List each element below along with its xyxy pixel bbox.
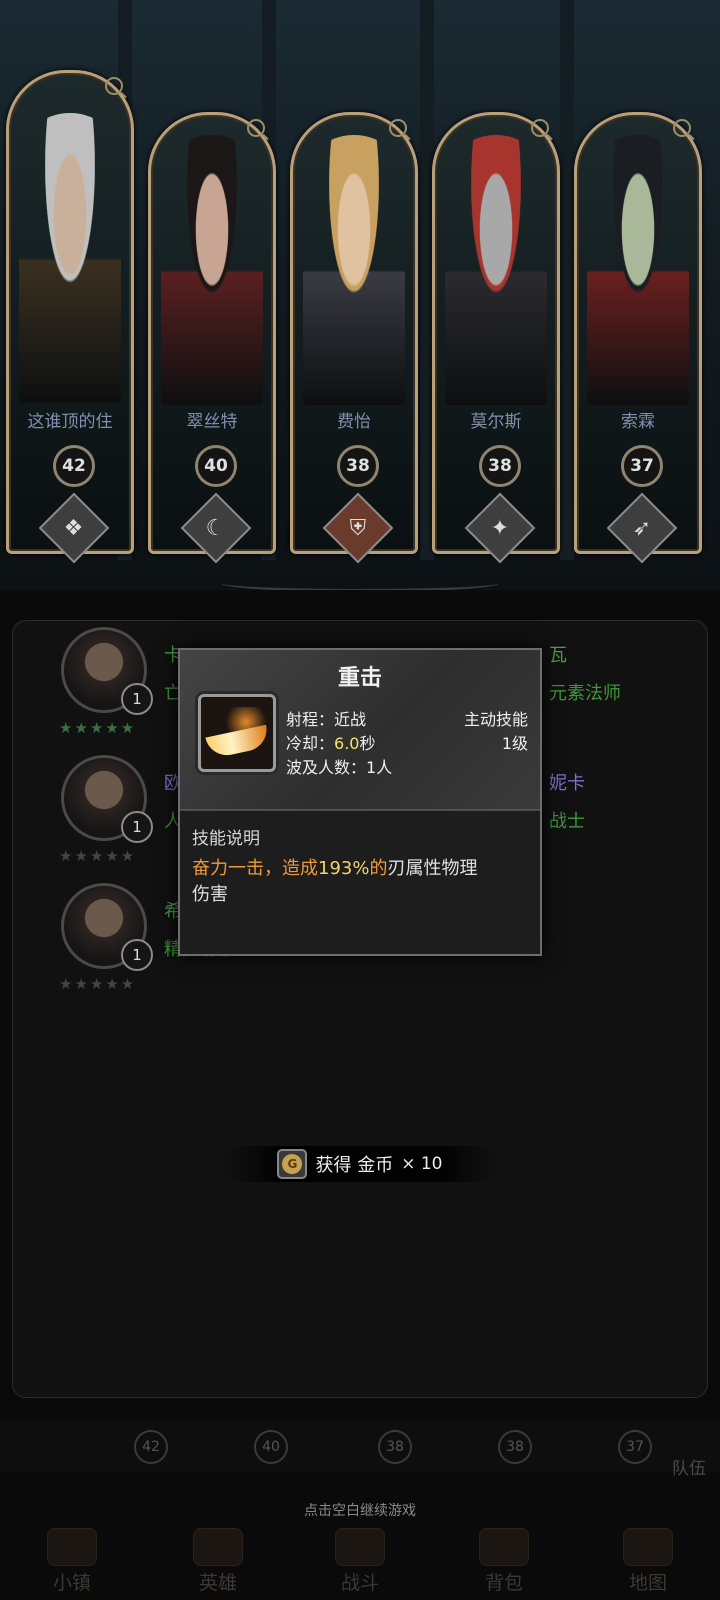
cooldown-stat: 冷却：6.0秒 <box>286 730 375 754</box>
hero-name-right: 瓦 <box>549 645 567 666</box>
book-icon: ❖ <box>38 492 110 564</box>
search-icon[interactable] <box>673 119 691 137</box>
nav-map[interactable]: 地图 <box>588 1528 708 1598</box>
hero-level-badge: 42 <box>53 445 95 487</box>
bow-icon: ➶ <box>606 492 678 564</box>
level-badge: 1 <box>121 683 153 715</box>
map-icon <box>623 1528 673 1566</box>
hero-icon <box>193 1528 243 1566</box>
star-rating: ★★★★★ <box>59 719 137 737</box>
compass-icon: ✦ <box>464 492 536 564</box>
shield-icon: ⛨ <box>322 492 394 564</box>
search-icon[interactable] <box>531 119 549 137</box>
hero-level-badge: 40 <box>195 445 237 487</box>
hero-portrait <box>445 135 547 405</box>
divider <box>180 810 540 811</box>
level-badge: 1 <box>121 939 153 971</box>
hero-name: 莫尔斯 <box>470 412 522 432</box>
hero-card-1[interactable]: 翠丝特 40 ☾ <box>148 112 276 564</box>
cooldown-label: 冷却： <box>286 734 335 753</box>
popup-header: 重击 射程：近战 主动技能 冷却：6.0秒 1级 波及人数：1人 <box>180 650 540 810</box>
reward-toast: G 获得 金币 × 10 <box>225 1146 495 1182</box>
search-icon[interactable] <box>389 119 407 137</box>
skill-popup: 重击 射程：近战 主动技能 冷却：6.0秒 1级 波及人数：1人 技能说明 奋力… <box>178 648 542 956</box>
battle-icon <box>335 1528 385 1566</box>
mini-level-badge: 42 <box>134 1430 168 1464</box>
team-level-strip: 42 40 38 38 37 <box>0 1420 720 1472</box>
heavy-strike-icon <box>198 694 276 772</box>
hero-level-badge: 38 <box>479 445 521 487</box>
nav-bag[interactable]: 背包 <box>444 1528 564 1598</box>
gold-coin-icon: G <box>277 1149 308 1179</box>
level-badge: 1 <box>121 811 153 843</box>
targets-value: 1人 <box>366 758 393 777</box>
mini-level-badge: 37 <box>618 1430 652 1464</box>
skill-level: 1级 <box>501 734 528 753</box>
nav-town[interactable]: 小镇 <box>12 1528 132 1598</box>
nav-label: 战斗 <box>340 1572 379 1594</box>
hero-name: 索霖 <box>621 412 655 432</box>
mini-level-badge: 38 <box>378 1430 412 1464</box>
hero-portrait <box>161 135 263 405</box>
hero-card-2[interactable]: 费怡 38 ⛨ <box>290 112 418 564</box>
hero-card-0[interactable]: 这谁顶的住 42 ❖ <box>6 70 134 564</box>
continue-hint[interactable]: 点击空白继续游戏 <box>0 1500 720 1520</box>
targets-stat: 波及人数：1人 <box>286 754 392 778</box>
cooldown-unit: 秒 <box>359 734 376 753</box>
hero-banner: 这谁顶的住 42 ❖ 翠丝特 40 ☾ 费怡 38 ⛨ 莫尔斯 38 ✦ 索霖 … <box>0 0 720 590</box>
desc-part1: 奋力一击，造成 <box>192 858 318 879</box>
nav-label: 英雄 <box>198 1572 237 1594</box>
hero-name-right: 妮卡 <box>549 773 585 794</box>
hero-name: 费怡 <box>337 412 371 432</box>
skill-type: 主动技能 <box>463 710 528 729</box>
skill-description: 奋力一击，造成193%的刃属性物理伤害 <box>192 856 492 908</box>
team-button[interactable]: 队伍 <box>672 1454 706 1479</box>
nav-label: 地图 <box>628 1572 667 1594</box>
star-rating: ★★★★★ <box>59 847 137 865</box>
nav-heroes[interactable]: 英雄 <box>158 1528 278 1598</box>
tree-trunk <box>560 0 574 560</box>
star-rating: ★★★★★ <box>59 975 137 993</box>
bottom-nav: 小镇 英雄 战斗 背包 地图 <box>0 1520 720 1600</box>
hero-card-3[interactable]: 莫尔斯 38 ✦ <box>432 112 560 564</box>
reward-label: 获得 金币 <box>315 1155 394 1176</box>
bag-icon <box>479 1528 529 1566</box>
hero-name: 翠丝特 <box>186 412 238 432</box>
search-icon[interactable] <box>247 119 265 137</box>
hero-level-badge: 37 <box>621 445 663 487</box>
nav-label: 背包 <box>484 1572 523 1594</box>
hero-portrait <box>19 113 121 403</box>
cooldown-value: 6.0 <box>334 734 360 753</box>
desc-percent: 193% <box>318 858 370 879</box>
ornament-divider <box>220 574 500 590</box>
scythe-icon: ☾ <box>180 492 252 564</box>
reward-count: × 10 <box>401 1154 443 1174</box>
hero-role-right: 战士 <box>549 811 585 832</box>
nav-battle[interactable]: 战斗 <box>300 1528 420 1598</box>
hero-level-badge: 38 <box>337 445 379 487</box>
range-stat: 射程：近战 <box>286 706 366 730</box>
desc-part2: 的 <box>369 858 388 879</box>
hero-name: 这谁顶的住 <box>27 412 113 432</box>
hero-role-right: 元素法师 <box>549 683 621 704</box>
mini-level-badge: 40 <box>254 1430 288 1464</box>
town-icon <box>47 1528 97 1566</box>
hero-portrait <box>303 135 405 405</box>
skill-title: 重击 <box>337 666 382 691</box>
nav-label: 小镇 <box>52 1572 91 1594</box>
targets-label: 波及人数： <box>286 758 367 777</box>
hero-portrait <box>587 135 689 405</box>
search-icon[interactable] <box>105 77 123 95</box>
range-label: 射程： <box>286 710 335 729</box>
mini-level-badge: 38 <box>498 1430 532 1464</box>
description-title: 技能说明 <box>192 829 260 849</box>
hero-card-4[interactable]: 索霖 37 ➶ <box>574 112 702 564</box>
range-value: 近战 <box>334 710 367 729</box>
